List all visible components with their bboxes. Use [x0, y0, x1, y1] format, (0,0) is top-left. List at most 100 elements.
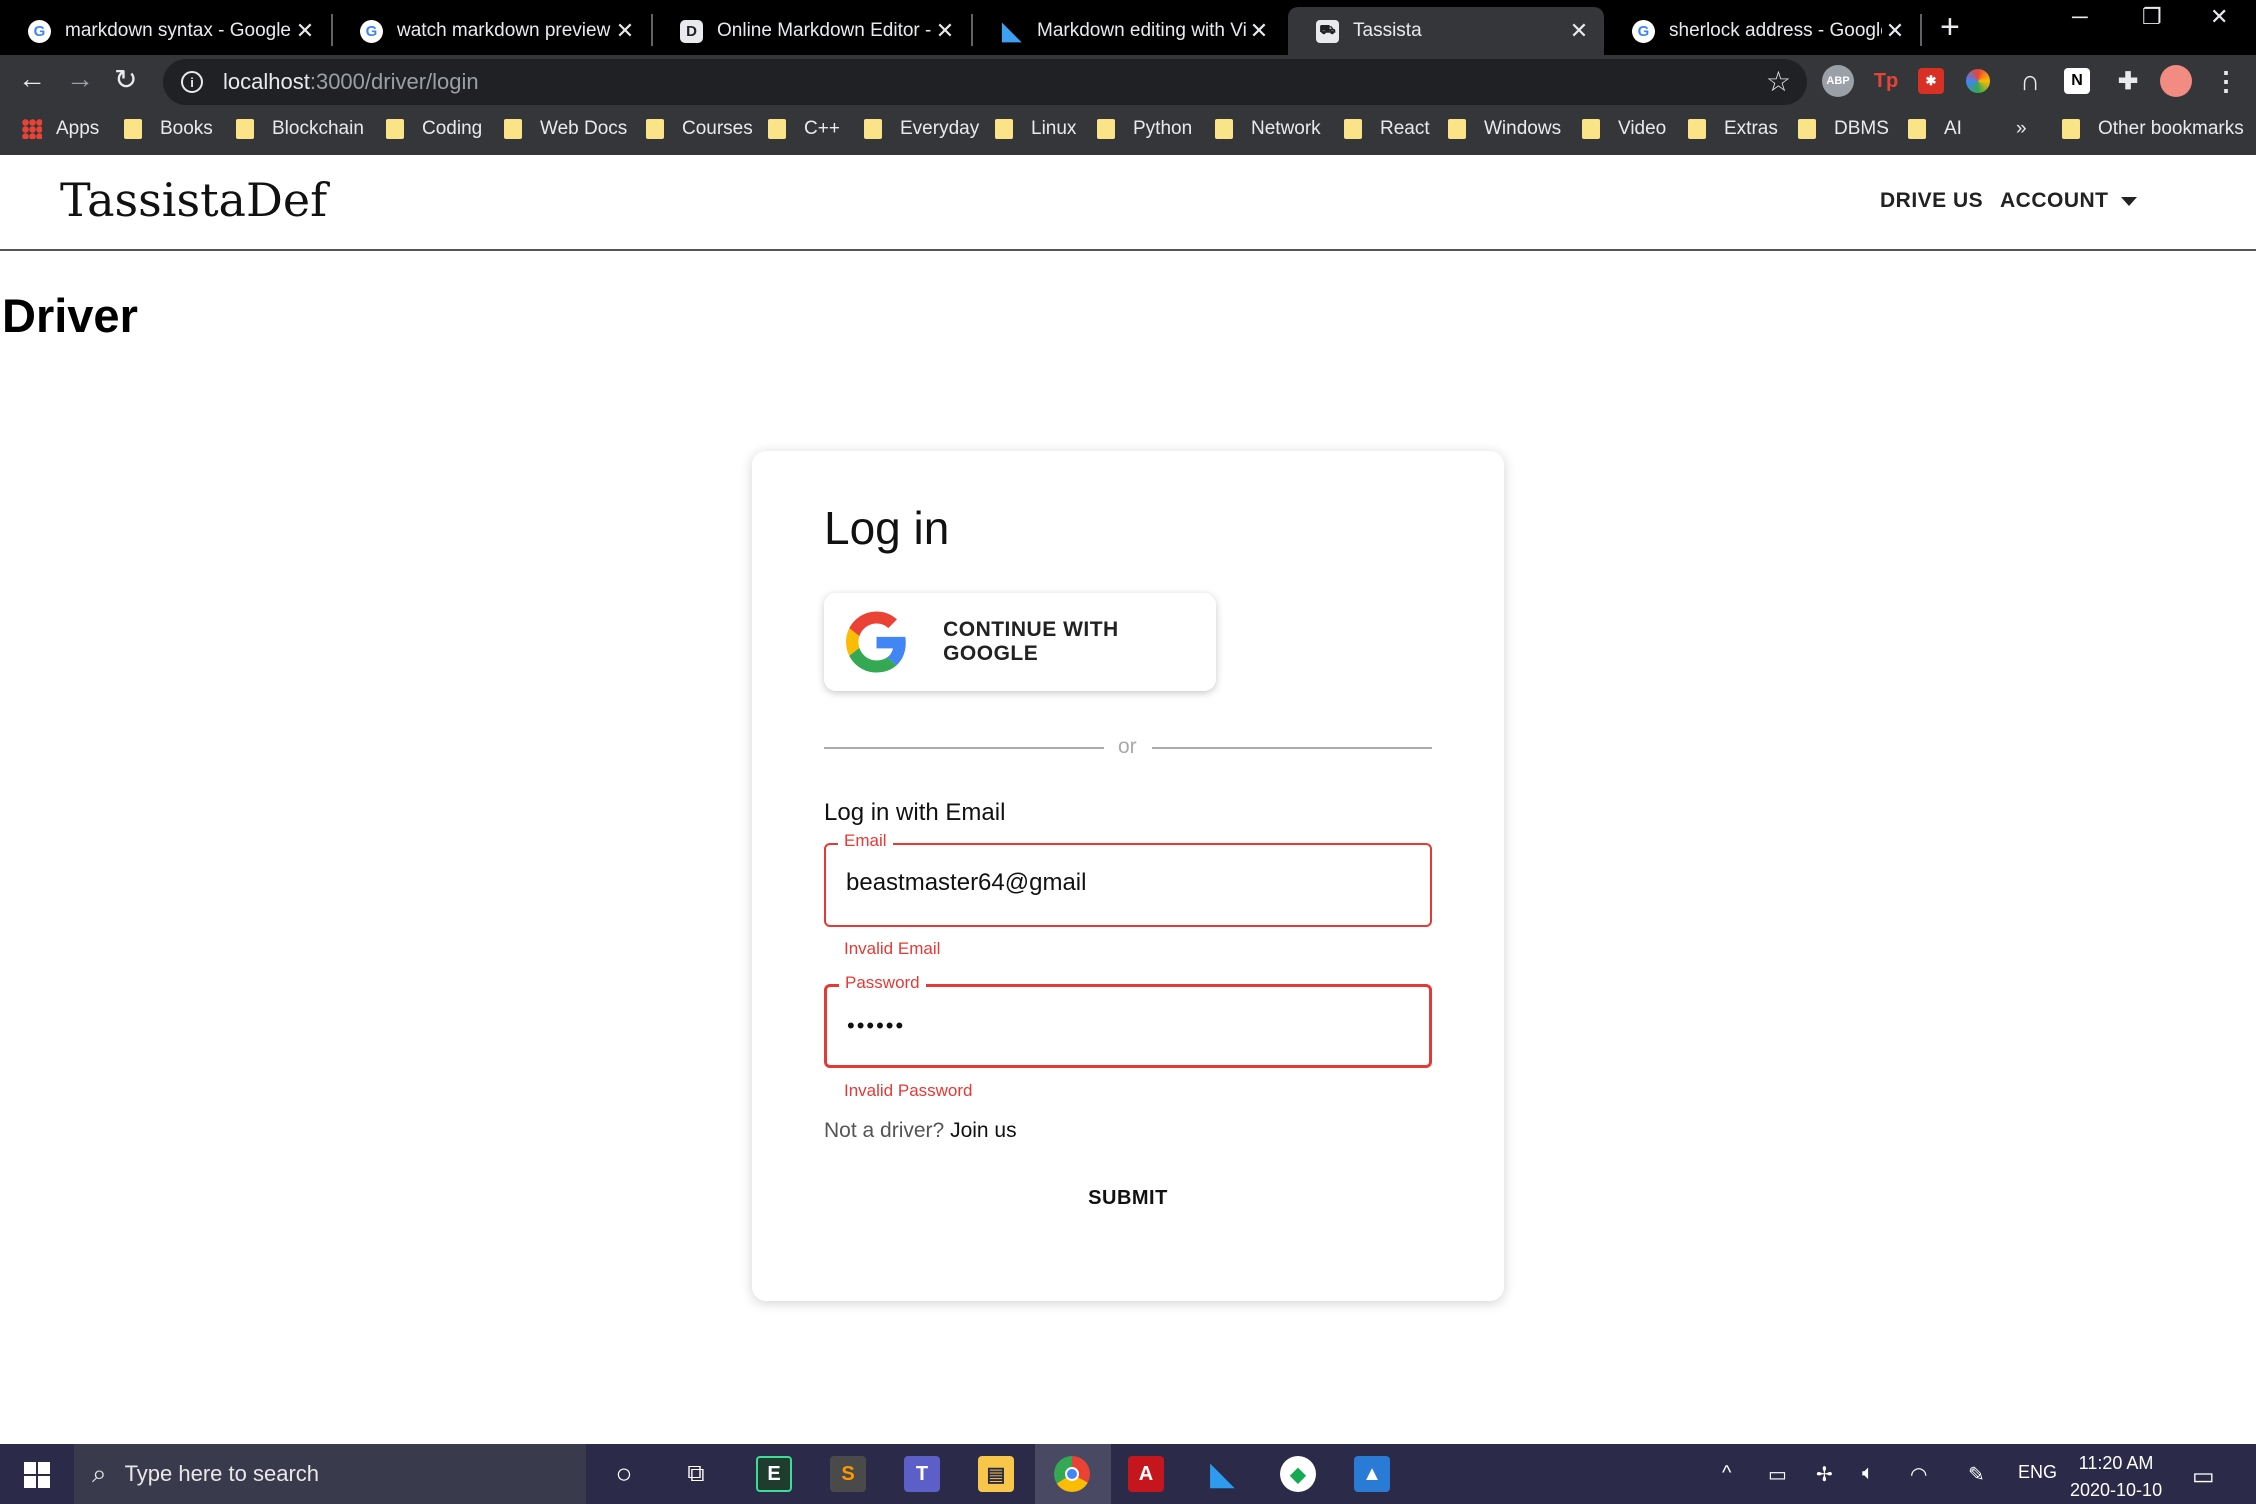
bookmark-label: Windows — [1484, 118, 1562, 139]
red-extension-icon[interactable]: ✱ — [1918, 68, 1944, 94]
password-field-label: Password — [839, 973, 926, 993]
tab-sherlock-address[interactable]: G sherlock address - Google S ✕ — [1604, 7, 1920, 55]
folder-icon — [124, 119, 142, 139]
drive-us-link[interactable]: DRIVE US — [1880, 189, 1983, 213]
email-field[interactable]: Email beastmaster64@gmail — [824, 831, 1432, 927]
puzzle-icon[interactable]: ✚ — [2112, 65, 2144, 97]
close-tab-icon[interactable]: ✕ — [292, 18, 318, 44]
dillinger-icon: D — [680, 19, 703, 43]
wifi-icon[interactable]: ◠ — [1910, 1462, 1927, 1487]
close-tab-icon[interactable]: ✕ — [1246, 18, 1272, 44]
bookmark-folder[interactable]: C++ — [768, 118, 840, 140]
minimize-icon[interactable]: ─ — [2072, 4, 2088, 30]
close-tab-icon[interactable]: ✕ — [932, 18, 958, 44]
adblock-plus-icon[interactable]: ABP — [1822, 65, 1854, 97]
color-picker-icon[interactable] — [1966, 69, 1990, 93]
google-icon: G — [360, 19, 383, 43]
url-path: :3000/driver/login — [309, 69, 479, 94]
bookmark-label: Courses — [682, 118, 753, 139]
tab-online-markdown-editor[interactable]: D Online Markdown Editor - D ✕ — [652, 7, 970, 55]
bookmark-folder[interactable]: Everyday — [864, 118, 979, 140]
clock-time: 11:20 AM — [2078, 1453, 2154, 1473]
bookmark-folder[interactable]: Web Docs — [504, 118, 627, 140]
bookmark-folder[interactable]: Blockchain — [236, 118, 364, 140]
cortana-icon[interactable]: ○ — [606, 1456, 642, 1492]
taskbar-clock[interactable]: 11:20 AM 2020-10-10 — [2070, 1450, 2162, 1504]
join-us-link[interactable]: Join us — [950, 1119, 1017, 1142]
bookmark-label: Linux — [1031, 118, 1077, 139]
bookmark-folder[interactable]: Coding — [386, 118, 482, 140]
restore-icon[interactable]: ❐ — [2142, 4, 2162, 30]
site-info-icon[interactable]: i — [181, 71, 203, 93]
language-indicator[interactable]: ENG — [2018, 1462, 2057, 1483]
tab-watch-markdown[interactable]: G watch markdown preview - ✕ — [332, 7, 650, 55]
address-bar[interactable]: i localhost:3000/driver/login ☆ — [163, 59, 1807, 105]
new-tab-icon[interactable]: + — [1940, 8, 1960, 47]
file-explorer-icon[interactable]: ▤ — [978, 1456, 1014, 1492]
folder-icon — [236, 119, 254, 139]
sublime-text-icon[interactable]: S — [830, 1456, 866, 1492]
chrome-icon[interactable] — [1054, 1456, 1090, 1492]
bookmark-folder[interactable]: Video — [1582, 118, 1666, 140]
slack-icon[interactable]: ✢ — [1816, 1462, 1833, 1487]
arc-icon[interactable]: ∩ — [2014, 65, 2046, 97]
tab-markdown-vscode[interactable]: ◣ Markdown editing with Visu ✕ — [972, 7, 1284, 55]
reload-icon[interactable]: ↻ — [114, 63, 137, 96]
divider-line — [824, 747, 1104, 749]
bookmark-folder[interactable]: Python — [1097, 118, 1192, 140]
pen-icon[interactable]: ✎ — [1968, 1462, 1985, 1487]
tassista-icon: ⛟ — [1316, 19, 1339, 43]
tray-overflow-icon[interactable]: ^ — [1722, 1462, 1731, 1485]
close-tab-icon[interactable]: ✕ — [1882, 18, 1908, 44]
vscode-taskbar-icon[interactable]: ◣ — [1204, 1456, 1240, 1492]
site-header: TassistaDef DRIVE US ACCOUNT — [0, 155, 2256, 251]
back-icon[interactable]: ← — [18, 63, 46, 95]
windows-start-icon[interactable] — [24, 1462, 50, 1488]
bookmarks-overflow[interactable]: » — [2016, 118, 2027, 140]
login-card: Log in CONTINUE WITH GOOGLE or Log in wi… — [752, 451, 1504, 1301]
site-brand[interactable]: TassistaDef — [60, 173, 327, 227]
bookmark-folder[interactable]: Windows — [1448, 118, 1561, 140]
taskbar-search[interactable]: ⌕ Type here to search — [74, 1444, 586, 1504]
continue-with-google-button[interactable]: CONTINUE WITH GOOGLE — [824, 593, 1216, 691]
menu-icon[interactable]: ⋮ — [2210, 65, 2242, 97]
account-menu[interactable]: ACCOUNT — [2000, 189, 2137, 213]
tp-extension-icon[interactable]: Tp — [1870, 65, 1902, 97]
mongodb-compass-icon[interactable]: ◆ — [1280, 1456, 1316, 1492]
battery-icon[interactable]: ▭ — [1768, 1462, 1787, 1487]
close-tab-icon[interactable]: ✕ — [612, 18, 638, 44]
close-tab-icon[interactable]: ✕ — [1566, 18, 1592, 44]
acrobat-icon[interactable]: A — [1128, 1456, 1164, 1492]
other-bookmarks[interactable]: Other bookmarks — [2062, 118, 2244, 140]
bookmark-label: Everyday — [900, 118, 980, 139]
bookmark-label: Apps — [56, 118, 100, 139]
bookmark-folder[interactable]: DBMS — [1798, 118, 1889, 140]
bookmark-apps[interactable]: Apps — [22, 118, 99, 140]
bookmark-folder[interactable]: Network — [1215, 118, 1321, 140]
bookmark-folder[interactable]: React — [1344, 118, 1430, 140]
tab-tassista[interactable]: ⛟ Tassista ✕ — [1288, 7, 1604, 55]
password-field[interactable]: Password •••••• — [824, 973, 1432, 1068]
notion-icon[interactable]: N — [2064, 68, 2090, 94]
terminal-app-icon[interactable]: E — [756, 1456, 792, 1492]
bookmark-folder[interactable]: Courses — [646, 118, 753, 140]
bookmark-star-icon[interactable]: ☆ — [1766, 65, 1791, 98]
bookmark-folder[interactable]: Linux — [995, 118, 1076, 140]
folder-icon — [864, 119, 882, 139]
bookmark-folder[interactable]: AI — [1908, 118, 1962, 140]
photos-app-icon[interactable]: ▲ — [1354, 1456, 1390, 1492]
profile-avatar[interactable] — [2160, 65, 2192, 97]
task-view-icon[interactable]: ⧉ — [678, 1456, 714, 1492]
volume-icon[interactable]: 🔈︎ — [1862, 1462, 1874, 1485]
forward-icon[interactable]: → — [66, 63, 94, 95]
caret-down-icon — [2120, 196, 2137, 206]
close-window-icon[interactable]: ✕ — [2210, 4, 2228, 30]
chrome-center-icon — [1065, 1467, 1079, 1481]
folder-icon — [768, 119, 786, 139]
submit-button[interactable]: SUBMIT — [752, 1187, 1504, 1210]
bookmark-folder[interactable]: Books — [124, 118, 213, 140]
teams-icon[interactable]: T — [904, 1456, 940, 1492]
bookmark-folder[interactable]: Extras — [1688, 118, 1778, 140]
notifications-icon[interactable]: ▭ — [2192, 1462, 2215, 1491]
tab-markdown-syntax[interactable]: G markdown syntax - Google ✕ — [0, 7, 330, 55]
